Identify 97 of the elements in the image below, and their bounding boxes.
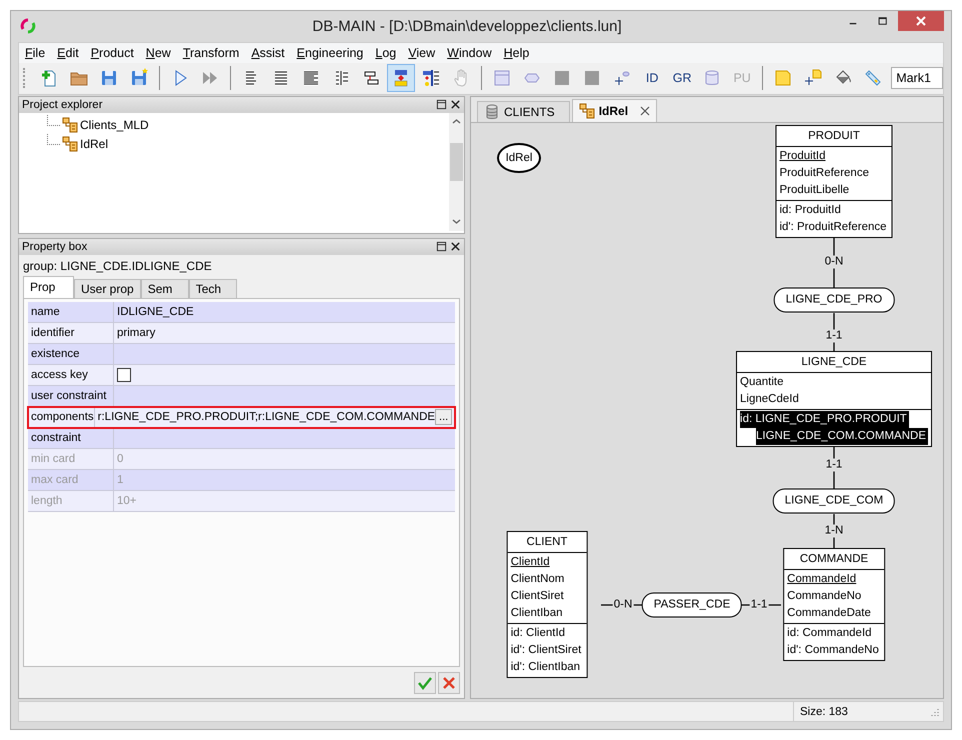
menu-item[interactable]: Edit	[51, 46, 85, 60]
tab[interactable]: Sem	[140, 278, 189, 298]
entity-name: COMMANDE	[784, 548, 884, 570]
attribute-name: ProduitId	[779, 148, 826, 164]
close-icon[interactable]	[640, 106, 650, 116]
schema-icon	[578, 102, 595, 119]
property-name: max card	[28, 470, 114, 490]
attribute-name: Quantite	[740, 374, 784, 390]
menu-item[interactable]: File	[19, 46, 52, 60]
attribute-name: ClientIban	[510, 606, 564, 621]
entity-box[interactable]: LIGNE_CDE Quantite LigneCdeId id: LIGNE_CDE_PRO.PRODUIT LIGNE_CDE_COM.COMMANDE	[736, 350, 932, 447]
identifier-constraint[interactable]: id: CommandeId	[787, 624, 881, 642]
attribute-name: ProduitLibelle	[779, 182, 850, 198]
maximize-icon[interactable]	[436, 241, 447, 252]
browse-button[interactable]: ...	[435, 408, 452, 425]
mark-field[interactable]: Mark1	[891, 67, 943, 90]
menu-item[interactable]: Assist	[245, 46, 291, 60]
checkbox[interactable]	[117, 368, 131, 382]
confirm-button[interactable]	[414, 672, 436, 694]
close-icon[interactable]	[450, 241, 461, 252]
property-name: identifier	[28, 322, 114, 343]
property-value[interactable]: r:LIGNE_CDE_PRO.PRODUIT;r:LIGNE_CDE_COM.COMMANDE	[98, 410, 436, 423]
cancel-button[interactable]	[438, 672, 460, 694]
attribute-name: ClientSiret	[510, 588, 565, 604]
menu-item[interactable]: Transform	[176, 46, 246, 60]
panel-title: Project explorer	[22, 98, 103, 111]
editor-tab[interactable]: IdRel	[572, 98, 658, 122]
attribute-name: CommandeId	[787, 572, 858, 587]
rectangle-icon	[492, 68, 512, 88]
attribute-name: ClientId	[510, 554, 551, 570]
connector-line	[833, 514, 835, 548]
cardinality-label: 1-1	[824, 329, 844, 342]
cardinality-label: 1-1	[824, 458, 844, 472]
app-logo-icon	[20, 18, 36, 34]
close-icon[interactable]	[450, 99, 461, 110]
attribute-name: LigneCdeId	[740, 392, 800, 407]
resize-grip-icon[interactable]	[930, 706, 940, 716]
menu-item[interactable]: Window	[441, 46, 498, 60]
entity-box[interactable]: CLIENT ClientId ClientNom ClientSiret ClientIban id: ClientId id': ClientSiret id': ClientIban	[506, 530, 588, 678]
maximize-icon[interactable]	[436, 99, 447, 110]
property-name: length	[28, 490, 114, 511]
entity-box[interactable]: PRODUIT ProduitId ProduitReference ProduitLibelle id: ProduitId id': ProduitReference	[775, 124, 893, 238]
menu-item[interactable]: New	[140, 46, 177, 60]
diagram-list-icon	[421, 68, 442, 88]
entity-name: PRODUIT	[776, 126, 892, 147]
property-name: name	[28, 302, 114, 322]
tab[interactable]: User prop	[74, 278, 141, 298]
property-name: components	[28, 406, 95, 427]
tree-item[interactable]: Clients_MLD	[80, 118, 149, 132]
property-name: constraint	[28, 428, 114, 448]
schema-icon	[62, 117, 78, 134]
identifier-constraint[interactable]: id': ClientSiret	[510, 642, 584, 659]
identifier-constraint[interactable]: id': ClientIban	[510, 658, 584, 676]
tab[interactable]: Prop	[23, 276, 74, 298]
entity-box[interactable]: COMMANDE CommandeId CommandeNo CommandeDate id: CommandeId id': CommandeNo	[783, 548, 885, 661]
property-value[interactable]: primary	[117, 326, 156, 339]
menu-item[interactable]: Log	[369, 46, 402, 60]
attribute-name: CommandeDate	[787, 606, 872, 621]
property-name: existence	[28, 344, 114, 364]
connector-line	[833, 238, 835, 288]
scrollbar[interactable]	[449, 112, 464, 231]
property-name: min card	[28, 448, 114, 469]
cardinality-label: 1-N	[824, 524, 844, 538]
attribute-name: ClientNom	[510, 572, 566, 587]
identifier-constraint[interactable]: id: ClientId	[510, 624, 584, 642]
window-title: DB-MAIN - [D:\DBmain\developpez\clients.lun]	[311, 18, 623, 35]
menu-item[interactable]: Product	[84, 46, 140, 60]
toolbar-button[interactable]: ID	[638, 64, 666, 92]
schema-icon	[62, 136, 78, 152]
menu-item[interactable]: Engineering	[290, 46, 370, 60]
cardinality-label: 0-N	[824, 255, 844, 268]
attribute-name: ProduitReference	[779, 166, 870, 181]
tag-icon	[863, 68, 884, 88]
identifier-constraint[interactable]: id': CommandeNo	[787, 642, 881, 659]
subject-label: group: LIGNE_CDE.IDLIGNE_CDE	[23, 258, 213, 275]
panel-title: Property box	[22, 240, 88, 253]
menu-item[interactable]: View	[402, 46, 442, 60]
identifier-constraint[interactable]: id': ProduitReference	[779, 218, 889, 236]
note-icon	[773, 68, 794, 88]
status-size: Size: 183	[793, 702, 930, 721]
editor-tab[interactable]: CLIENTS	[477, 100, 570, 122]
tab[interactable]: Tech	[188, 278, 237, 298]
tree-item[interactable]: IdRel	[80, 137, 108, 152]
property-value[interactable]: IDLIGNE_CDE	[117, 306, 194, 318]
connector-line	[833, 312, 835, 351]
entity-name: CLIENT	[508, 532, 586, 553]
identifier-constraint[interactable]: id: ProduitId	[779, 202, 889, 219]
property-name: access key	[28, 364, 114, 385]
schema-label: IdRel	[497, 142, 541, 173]
toolbar-button[interactable]: GR	[668, 64, 696, 92]
attribute-name: CommandeNo	[787, 588, 862, 604]
database-icon	[484, 104, 500, 120]
menu-item[interactable]: Help	[498, 46, 536, 60]
cross-icon	[441, 675, 457, 692]
connector-line	[833, 446, 835, 489]
checkmark-icon	[417, 675, 433, 692]
entity-name: LIGNE_CDE	[737, 352, 931, 373]
